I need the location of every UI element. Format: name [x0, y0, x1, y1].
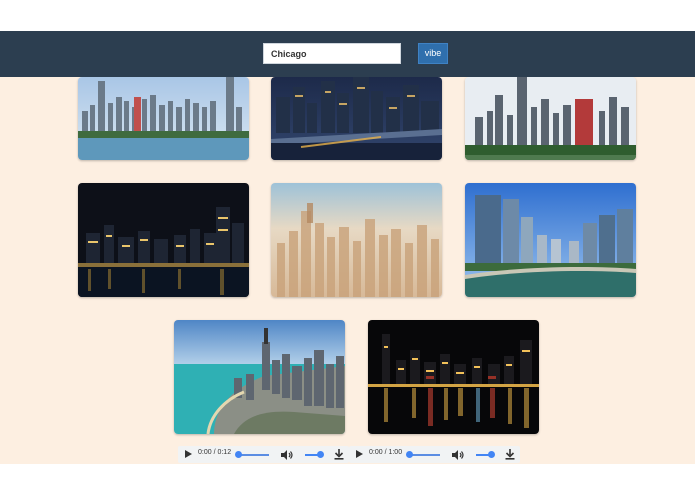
page: vibe	[0, 0, 695, 494]
gallery-area: 0:00 / 0:12 0:00 / 1:00	[0, 77, 695, 464]
volume-icon[interactable]	[452, 450, 464, 460]
volume-icon[interactable]	[281, 450, 293, 460]
progress-knob[interactable]	[406, 451, 413, 458]
audio-time: 0:00 / 0:12	[198, 449, 232, 456]
city-search-input[interactable]	[263, 43, 401, 64]
volume-knob[interactable]	[317, 451, 324, 458]
play-icon[interactable]	[185, 450, 192, 458]
volume-knob[interactable]	[488, 451, 495, 458]
photo-skyline-night-reflection[interactable]	[368, 320, 539, 434]
photo-skyline-park-daytime[interactable]	[465, 77, 636, 160]
audio-player[interactable]: 0:00 / 0:12	[178, 446, 349, 463]
download-icon[interactable]	[505, 449, 515, 460]
photo-skyline-river-night-bridge[interactable]	[271, 77, 442, 160]
progress-knob[interactable]	[235, 451, 242, 458]
photo-skyline-lakefront-day[interactable]	[78, 77, 249, 160]
photo-aerial-lakeshore-turquoise[interactable]	[174, 320, 345, 434]
download-icon[interactable]	[334, 449, 344, 460]
photo-skyline-aerial-hazy-sunrise[interactable]	[271, 183, 442, 297]
progress-track[interactable]	[238, 454, 269, 456]
photo-skyline-night-waterfront[interactable]	[78, 183, 249, 297]
play-icon[interactable]	[356, 450, 363, 458]
audio-player[interactable]: 0:00 / 1:00	[349, 446, 520, 463]
photo-river-towers-blue-sky[interactable]	[465, 183, 636, 297]
top-bar: vibe	[0, 31, 695, 77]
audio-time: 0:00 / 1:00	[369, 449, 403, 456]
vibe-button[interactable]: vibe	[418, 43, 448, 64]
progress-track[interactable]	[409, 454, 440, 456]
